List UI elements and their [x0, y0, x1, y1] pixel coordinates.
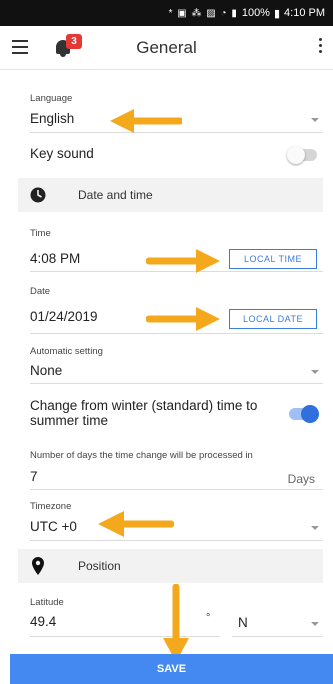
- local-date-button[interactable]: LOCAL DATE: [229, 309, 317, 329]
- key-sound-row: Key sound: [30, 135, 323, 171]
- battery-icon: ▮: [273, 7, 281, 20]
- language-label: Language: [30, 93, 73, 104]
- automatic-setting-select[interactable]: Automatic setting None: [30, 346, 323, 384]
- chevron-down-icon: [311, 370, 319, 374]
- annotation-arrow-down-icon: [163, 584, 189, 662]
- chevron-down-icon: [311, 526, 319, 530]
- position-section-header: Position: [18, 549, 323, 583]
- date-time-section-header: Date and time: [18, 178, 323, 212]
- save-button[interactable]: SAVE: [10, 654, 333, 684]
- summer-time-label: Change from winter (standard) time to su…: [30, 398, 258, 428]
- key-sound-label: Key sound: [30, 146, 94, 161]
- latitude-field[interactable]: Latitude 49.4: [30, 597, 220, 637]
- key-sound-toggle[interactable]: [287, 146, 317, 164]
- latitude-label: Latitude: [30, 597, 64, 608]
- date-label: Date: [30, 286, 51, 297]
- annotation-arrow-right-icon: [146, 249, 220, 273]
- days-field[interactable]: Number of days the time change will be p…: [30, 450, 323, 490]
- app-bar: 3 General: [0, 26, 333, 70]
- date-time-section-title: Date and time: [78, 188, 153, 202]
- timezone-value: UTC +0: [30, 519, 77, 534]
- degree-symbol: °: [206, 612, 211, 624]
- more-options-icon[interactable]: [317, 38, 323, 56]
- chevron-down-icon: [311, 118, 319, 122]
- annotation-arrow-right-icon: [146, 307, 220, 331]
- direction-select[interactable]: N: [232, 597, 323, 637]
- automatic-setting-label: Automatic setting: [30, 346, 103, 357]
- annotation-arrow-left-icon: [98, 511, 174, 537]
- clock-icon: [30, 187, 46, 203]
- days-unit: Days: [287, 472, 315, 486]
- status-time: 4:10 PM: [284, 7, 325, 19]
- local-time-button[interactable]: LOCAL TIME: [229, 249, 317, 269]
- days-label: Number of days the time change will be p…: [30, 450, 253, 461]
- status-bar: * ▣ ⁂ ▨ ◔ ▮ 100% ▮ 4:10 PM: [0, 0, 333, 26]
- page-title: General: [136, 38, 197, 57]
- location-pin-icon: [32, 557, 44, 575]
- status-icons: * ▣ ⁂ ▨ ◔ ▮: [168, 7, 238, 19]
- summer-time-row: Change from winter (standard) time to su…: [30, 398, 323, 438]
- timezone-select[interactable]: Timezone UTC +0: [30, 501, 323, 541]
- battery-level: 100%: [241, 7, 270, 19]
- latitude-value: 49.4: [30, 614, 57, 629]
- chevron-down-icon: [311, 622, 319, 626]
- time-label: Time: [30, 228, 51, 239]
- summer-time-toggle[interactable]: [289, 405, 319, 423]
- automatic-setting-value: None: [30, 363, 63, 378]
- days-value: 7: [30, 469, 38, 484]
- timezone-label: Timezone: [30, 501, 72, 512]
- annotation-arrow-left-icon: [110, 109, 182, 133]
- position-section-title: Position: [78, 559, 121, 573]
